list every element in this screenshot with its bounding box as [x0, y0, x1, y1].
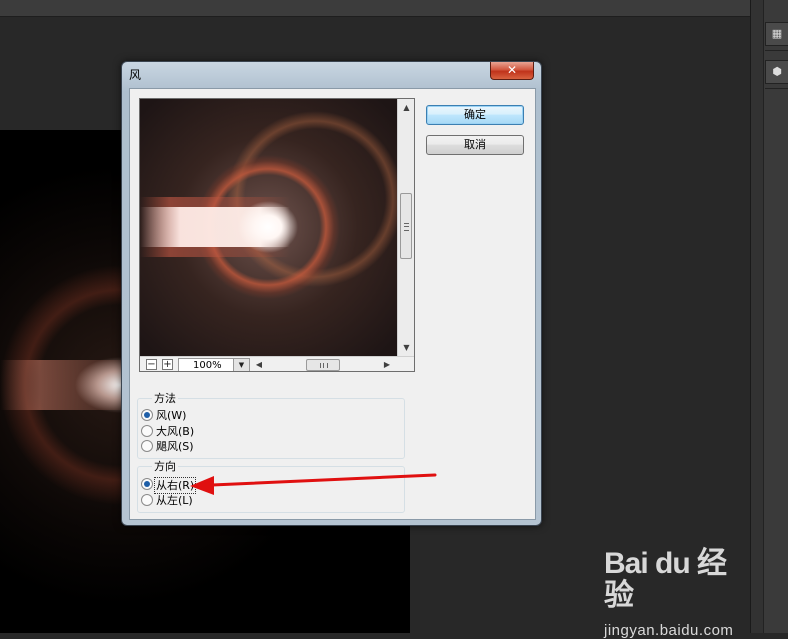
radio-label: 从右(R): [154, 477, 197, 494]
horizontal-scroll-thumb[interactable]: [306, 359, 340, 371]
cancel-button[interactable]: 取消: [426, 135, 524, 155]
dialog-title: 风: [129, 68, 142, 82]
scroll-up-icon[interactable]: ▲: [398, 99, 414, 116]
radio-from-right[interactable]: [141, 478, 153, 490]
plus-icon: +: [163, 359, 172, 370]
grip-icon: [320, 363, 328, 368]
minus-icon: −: [147, 359, 156, 370]
panel-divider: [765, 88, 788, 89]
scroll-left-icon[interactable]: ◀: [252, 357, 266, 371]
radio-label: 风(W): [156, 409, 187, 422]
chevron-down-icon[interactable]: ▼: [233, 359, 249, 371]
panel-divider: [765, 50, 788, 51]
method-group: 方法 风(W) 大风(B) 飓风(S): [137, 392, 405, 459]
zoom-out-button[interactable]: −: [146, 359, 157, 370]
grid-icon[interactable]: ▦: [765, 22, 788, 46]
scroll-right-icon[interactable]: ▶: [380, 357, 394, 371]
radio-from-left[interactable]: [141, 494, 153, 506]
preview-image[interactable]: [140, 99, 397, 356]
direction-group-title: 方向: [152, 460, 178, 473]
radio-wind[interactable]: [141, 409, 153, 421]
baidu-watermark: Bai du 经验 jingyan.baidu.com: [604, 547, 749, 639]
radio-label: 从左(L): [156, 494, 193, 507]
right-panel-dock: ▦ ⬢: [750, 0, 788, 633]
radio-stagger[interactable]: [141, 440, 153, 452]
radio-blast[interactable]: [141, 425, 153, 437]
direction-group: 方向 从右(R) 从左(L): [137, 460, 405, 513]
wind-filter-dialog: 风 ✕ ▲ ▼ − + 100% ▼ ◀ ▶ 确定 取消 方法 风(W) 大风(…: [121, 61, 542, 526]
method-group-title: 方法: [152, 392, 178, 405]
grip-icon: [404, 223, 409, 231]
watermark-url: jingyan.baidu.com: [604, 622, 734, 639]
top-menu-bar: [0, 0, 788, 17]
preview-toolbar: − + 100% ▼ ◀ ▶: [140, 356, 414, 371]
vertical-scrollbar[interactable]: ▲ ▼: [397, 99, 414, 356]
close-icon: ✕: [506, 63, 518, 77]
scroll-down-icon[interactable]: ▼: [398, 339, 414, 356]
preview-panel: ▲ ▼ − + 100% ▼ ◀ ▶: [139, 98, 415, 372]
radio-label: 飓风(S): [156, 440, 194, 453]
zoom-level-field[interactable]: 100% ▼: [178, 358, 250, 371]
zoom-value: 100%: [193, 360, 222, 371]
watermark-logo: Bai du 经验: [604, 547, 727, 612]
radio-label: 大风(B): [156, 425, 195, 438]
dialog-client-area: ▲ ▼ − + 100% ▼ ◀ ▶ 确定 取消 方法 风(W) 大风(B) 飓…: [129, 88, 536, 520]
close-button[interactable]: ✕: [490, 62, 534, 80]
panel-collapse-strip[interactable]: [751, 0, 764, 633]
cube-icon[interactable]: ⬢: [765, 60, 788, 84]
zoom-in-button[interactable]: +: [162, 359, 173, 370]
ok-button[interactable]: 确定: [426, 105, 524, 125]
vertical-scroll-thumb[interactable]: [400, 193, 412, 259]
